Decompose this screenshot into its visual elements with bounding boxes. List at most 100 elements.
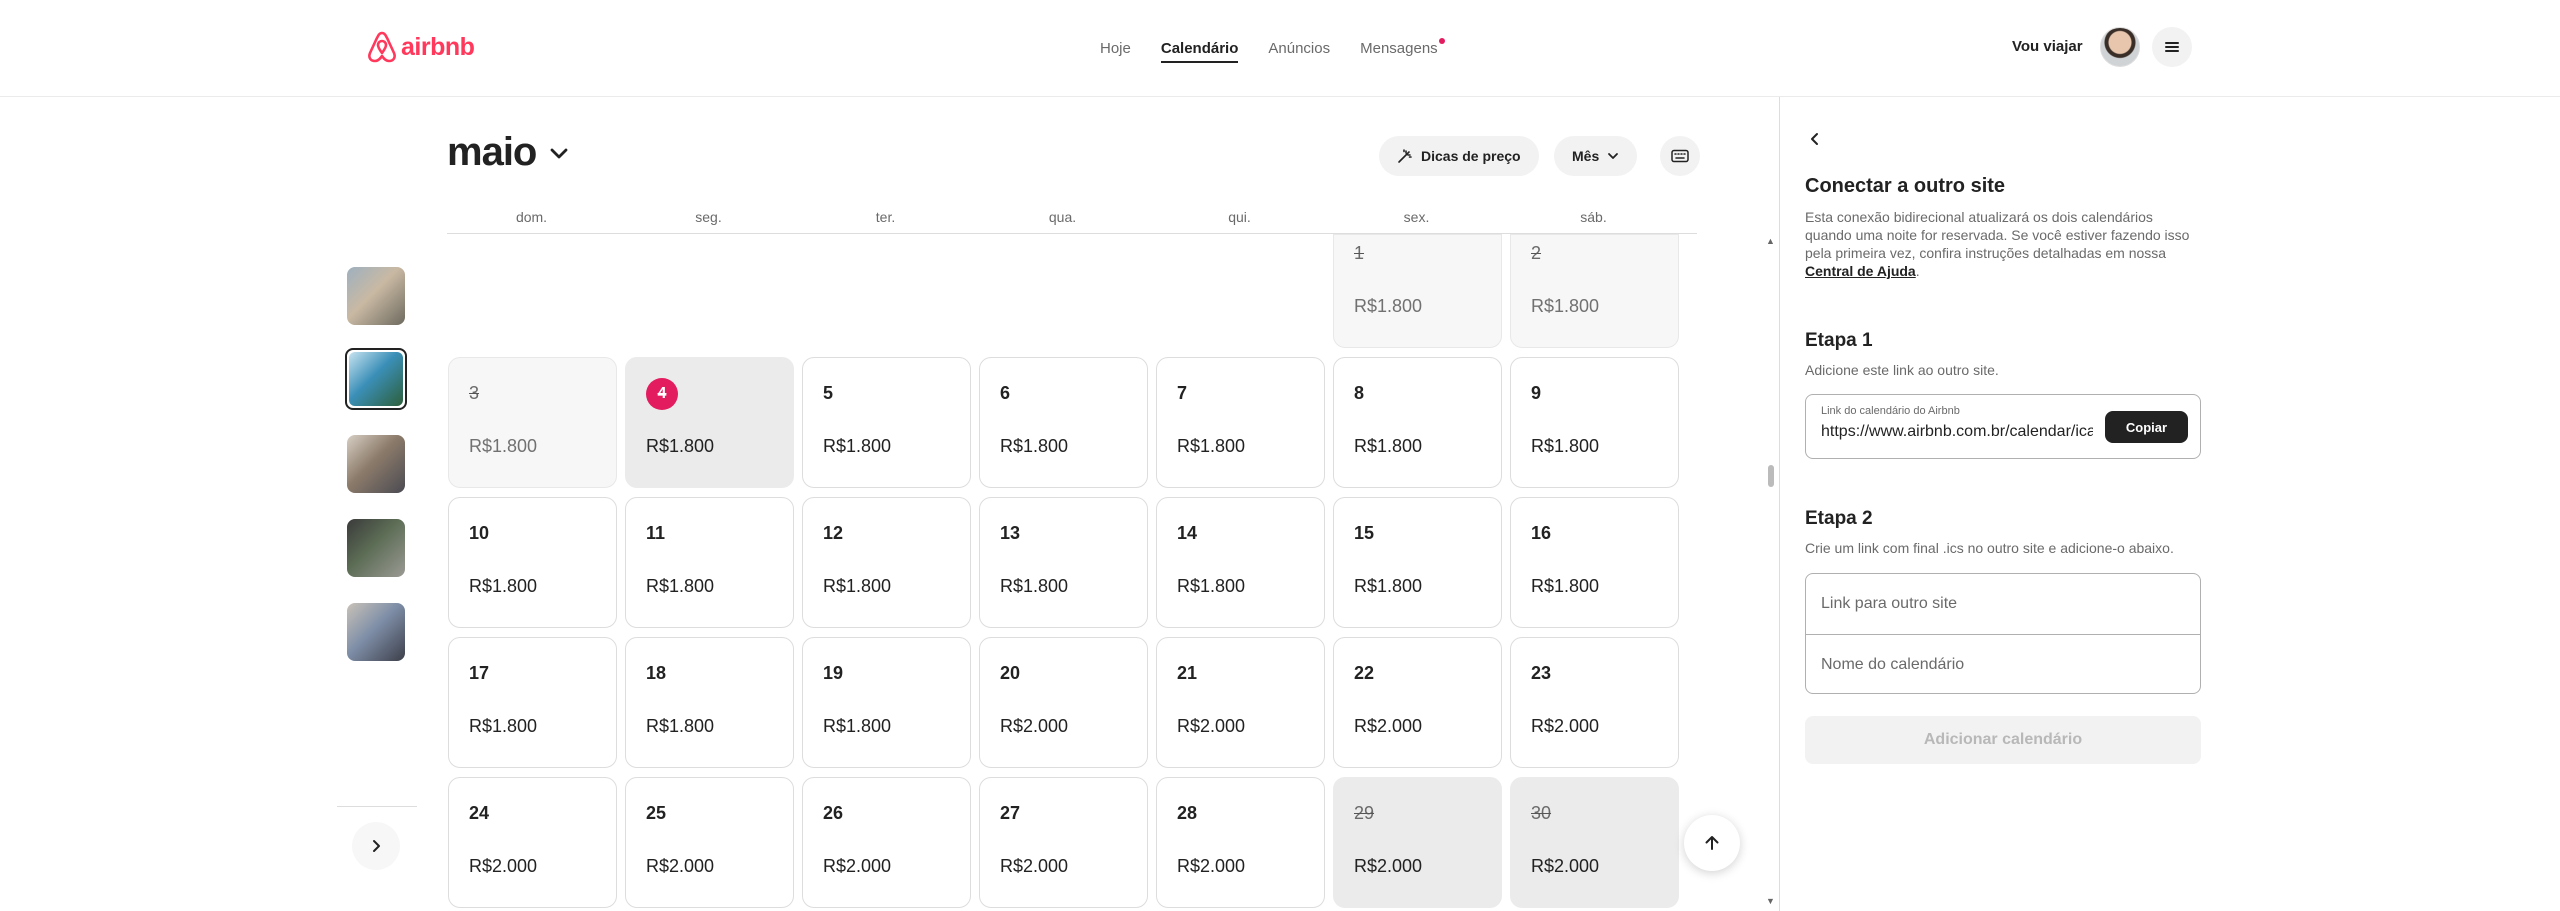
day-price: R$2.000 <box>823 856 892 876</box>
chevron-right-icon <box>373 840 380 852</box>
day-price: R$1.800 <box>1177 576 1246 596</box>
listing-thumbnail[interactable] <box>345 348 407 410</box>
logo-wordmark: airbnb <box>401 32 475 61</box>
day-price: R$2.000 <box>1177 856 1246 876</box>
weekday-label: ter. <box>875 209 896 225</box>
expand-listings-button[interactable] <box>352 822 400 870</box>
calendar-day-cell[interactable]: 8 R$1.800 <box>1333 357 1502 488</box>
calendar-day-cell[interactable]: 4 R$1.800 <box>625 357 794 488</box>
unread-dot <box>1438 38 1445 44</box>
add-calendar-button[interactable]: Adicionar calendário <box>1805 716 2201 764</box>
nav-anuncios[interactable]: Anúncios <box>1268 0 1330 97</box>
calendar-day-cell[interactable]: 19 R$1.800 <box>802 637 971 768</box>
menu-button[interactable] <box>2152 27 2192 67</box>
day-number: 28 <box>1177 803 1198 823</box>
panel-description-text: Esta conexão bidirecional atualizará os … <box>1805 209 2190 261</box>
calendar-day-cell[interactable]: 21 R$2.000 <box>1156 637 1325 768</box>
calendar-day-cell[interactable]: 12 R$1.800 <box>802 497 971 628</box>
calendar-day-cell[interactable]: 14 R$1.800 <box>1156 497 1325 628</box>
view-mode-dropdown[interactable]: Mês <box>1554 136 1638 176</box>
calendar-day-cell[interactable]: 18 R$1.800 <box>625 637 794 768</box>
switch-to-travel-link[interactable]: Vou viajar <box>2012 38 2083 55</box>
nav-calendario[interactable]: Calendário <box>1160 0 1238 97</box>
calendar-day-cell[interactable]: 2 R$1.800 <box>1510 234 1679 348</box>
chevron-down-icon <box>1608 153 1619 159</box>
day-price: R$1.800 <box>469 436 538 456</box>
copy-button[interactable]: Copiar <box>2105 411 2188 443</box>
link-label: Link do calendário do Airbnb <box>1821 405 1960 417</box>
help-center-link[interactable]: Central de Ajuda <box>1805 263 1916 279</box>
calendar-day-cell[interactable]: 25 R$2.000 <box>625 777 794 908</box>
main-nav: Hoje Calendário Anúncios Mensagens <box>1100 0 1468 97</box>
calendar-day-cell[interactable]: 13 R$1.800 <box>979 497 1148 628</box>
day-price: R$1.800 <box>469 716 538 736</box>
step1-subtitle: Adicione este link ao outro site. <box>1805 362 1999 378</box>
calendar-day-cell[interactable]: 1 R$1.800 <box>1333 234 1502 348</box>
day-price: R$1.800 <box>1531 436 1600 456</box>
calendar-settings-button[interactable] <box>1660 136 1700 176</box>
day-number: 13 <box>1000 523 1021 543</box>
calendar-day-cell[interactable]: 27 R$2.000 <box>979 777 1148 908</box>
calendar-day-cell[interactable]: 20 R$2.000 <box>979 637 1148 768</box>
step2-title: Etapa 2 <box>1805 508 1873 529</box>
day-price: R$2.000 <box>1177 716 1246 736</box>
day-price: R$1.800 <box>1000 436 1069 456</box>
calendar-day-cell[interactable]: 3 R$1.800 <box>448 357 617 488</box>
step1-title: Etapa 1 <box>1805 330 1873 351</box>
scroll-to-top-button[interactable] <box>1684 815 1740 871</box>
listing-thumbnail[interactable] <box>347 267 405 325</box>
nav-mensagens[interactable]: Mensagens <box>1360 0 1445 97</box>
hamburger-icon <box>2165 42 2179 52</box>
day-price: R$1.800 <box>1354 576 1423 596</box>
calendar-day-cell[interactable]: 17 R$1.800 <box>448 637 617 768</box>
listing-thumbnail[interactable] <box>347 603 405 661</box>
view-mode-label: Mês <box>1572 148 1600 164</box>
listing-thumbnail[interactable] <box>347 435 405 493</box>
calendar-day-cell[interactable]: 10 R$1.800 <box>448 497 617 628</box>
day-price: R$1.800 <box>646 716 715 736</box>
airbnb-calendar-link-field[interactable]: Link do calendário do Airbnb https://www… <box>1805 394 2201 459</box>
calendar-day-cell[interactable]: 6 R$1.800 <box>979 357 1148 488</box>
weekday-label: sex. <box>1403 209 1430 225</box>
calendar-day-cell[interactable]: 26 R$2.000 <box>802 777 971 908</box>
day-price: R$1.800 <box>1354 436 1423 456</box>
day-number: 22 <box>1354 663 1375 683</box>
calendar-day-cell[interactable]: 5 R$1.800 <box>802 357 971 488</box>
chevron-down-icon <box>550 148 568 158</box>
calendar-name-input[interactable] <box>1806 635 2200 693</box>
scroll-down-arrow[interactable]: ▼ <box>1766 896 1775 906</box>
avatar[interactable] <box>2100 27 2140 67</box>
calendar-scrollbar[interactable] <box>1768 465 1774 487</box>
other-site-link-input[interactable] <box>1806 574 2200 634</box>
listing-thumbnail[interactable] <box>347 519 405 577</box>
calendar-day-cell[interactable]: 30 R$2.000 <box>1510 777 1679 908</box>
back-button[interactable] <box>1803 127 1827 151</box>
day-number: 19 <box>823 663 844 683</box>
calendar-day-cell[interactable]: 9 R$1.800 <box>1510 357 1679 488</box>
airbnb-logo[interactable]: airbnb <box>367 31 475 63</box>
calendar-day-cell[interactable]: 24 R$2.000 <box>448 777 617 908</box>
nav-hoje[interactable]: Hoje <box>1100 0 1131 97</box>
day-price: R$2.000 <box>1531 856 1600 876</box>
calendar-day-cell[interactable]: 28 R$2.000 <box>1156 777 1325 908</box>
day-number: 17 <box>469 663 490 683</box>
day-number: 26 <box>823 803 844 823</box>
price-tips-button[interactable]: Dicas de preço <box>1379 136 1539 176</box>
calendar-day-cell[interactable]: 29 R$2.000 <box>1333 777 1502 908</box>
calendar-day-cell[interactable]: 15 R$1.800 <box>1333 497 1502 628</box>
link-value[interactable]: https://www.airbnb.com.br/calendar/ical/ <box>1821 423 2093 441</box>
calendar-day-cell[interactable]: 7 R$1.800 <box>1156 357 1325 488</box>
scroll-up-arrow[interactable]: ▲ <box>1766 236 1775 246</box>
calendar-day-cell[interactable]: 16 R$1.800 <box>1510 497 1679 628</box>
listing-photo <box>347 603 405 661</box>
calendar-day-cell[interactable]: 23 R$2.000 <box>1510 637 1679 768</box>
day-number: 2 <box>1531 243 1542 263</box>
chevron-left-icon <box>1811 133 1818 145</box>
month-selector[interactable]: maio <box>447 130 570 175</box>
calendar-day-cell[interactable]: 22 R$2.000 <box>1333 637 1502 768</box>
day-number: 5 <box>823 383 834 403</box>
listing-photo <box>347 519 405 577</box>
calendar-day-cell[interactable]: 11 R$1.800 <box>625 497 794 628</box>
step2-subtitle: Crie um link com final .ics no outro sit… <box>1805 540 2174 556</box>
listing-photo <box>347 267 405 325</box>
